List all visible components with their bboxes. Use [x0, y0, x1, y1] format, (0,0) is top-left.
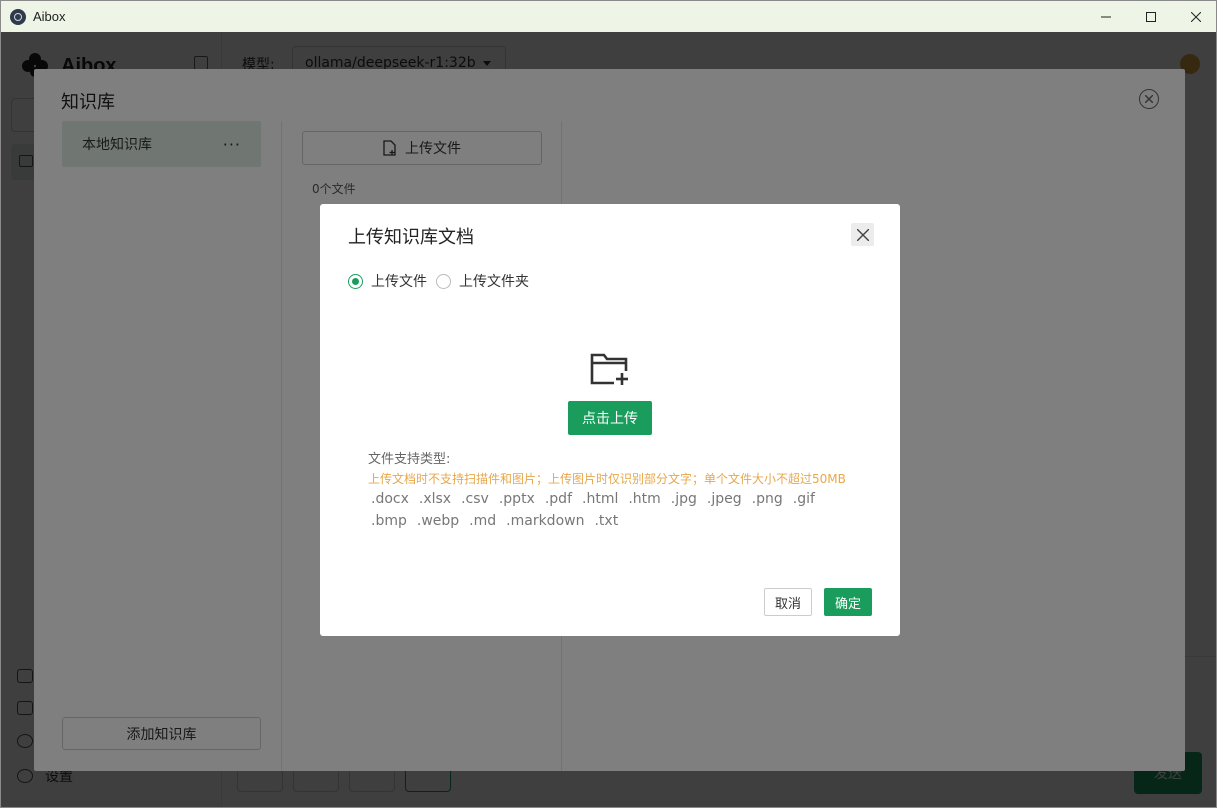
file-type-item: .html	[582, 491, 619, 507]
file-type-item: .jpg	[670, 491, 697, 507]
app-window: Aibox Aibox	[0, 0, 1217, 808]
app-icon	[10, 8, 26, 25]
file-type-item: .txt	[594, 513, 619, 529]
title-bar: Aibox	[1, 1, 1216, 32]
upload-modal: 上传知识库文档 上传文件 上传文件夹 点击上传 文件支持类型: 上传文档时不支持…	[320, 204, 900, 636]
window-title: Aibox	[33, 9, 66, 24]
minimize-icon	[1100, 16, 1111, 17]
cancel-button[interactable]: 取消	[764, 588, 812, 616]
file-type-item: .pptx	[498, 491, 535, 507]
maximize-button[interactable]	[1128, 1, 1173, 32]
upload-modal-title: 上传知识库文档	[348, 227, 474, 248]
radio-upload-file[interactable]: 上传文件	[348, 271, 427, 291]
upload-mode-radio-group: 上传文件 上传文件夹	[348, 271, 538, 291]
file-type-item: .png	[751, 491, 783, 507]
radio-unchecked-icon	[436, 273, 451, 289]
radio-upload-folder-label: 上传文件夹	[459, 274, 529, 290]
close-window-button[interactable]	[1173, 1, 1216, 32]
file-type-item: .webp	[416, 513, 460, 529]
folder-add-icon	[590, 352, 630, 392]
close-icon	[1190, 11, 1201, 22]
file-type-item: .markdown	[506, 513, 585, 529]
upload-warning-text: 上传文档时不支持扫描件和图片；上传图片时仅识别部分文字；单个文件大小不超过50M…	[368, 472, 846, 486]
radio-upload-file-label: 上传文件	[371, 274, 427, 290]
window-controls	[1083, 1, 1216, 32]
close-icon	[856, 228, 869, 241]
radio-checked-icon	[348, 273, 363, 289]
file-type-item: .htm	[628, 491, 661, 507]
maximize-icon	[1145, 11, 1156, 22]
confirm-button[interactable]: 确定	[824, 588, 872, 616]
file-type-item: .gif	[792, 491, 815, 507]
supported-types-label: 文件支持类型:	[368, 452, 451, 467]
file-type-item: .docx	[371, 491, 409, 507]
file-type-item: .jpeg	[706, 491, 742, 507]
file-type-item: .xlsx	[418, 491, 452, 507]
radio-upload-folder[interactable]: 上传文件夹	[436, 271, 529, 291]
file-type-item: .pdf	[544, 491, 572, 507]
click-upload-button[interactable]: 点击上传	[568, 401, 652, 435]
file-type-item: .csv	[461, 491, 489, 507]
minimize-button[interactable]	[1083, 1, 1128, 32]
supported-types-list: .docx .xlsx .csv .pptx .pdf .html .htm .jpg .jpe…	[371, 488, 861, 532]
file-type-item: .md	[469, 513, 497, 529]
file-type-item: .bmp	[371, 513, 407, 529]
upload-modal-close-button[interactable]	[851, 223, 874, 246]
